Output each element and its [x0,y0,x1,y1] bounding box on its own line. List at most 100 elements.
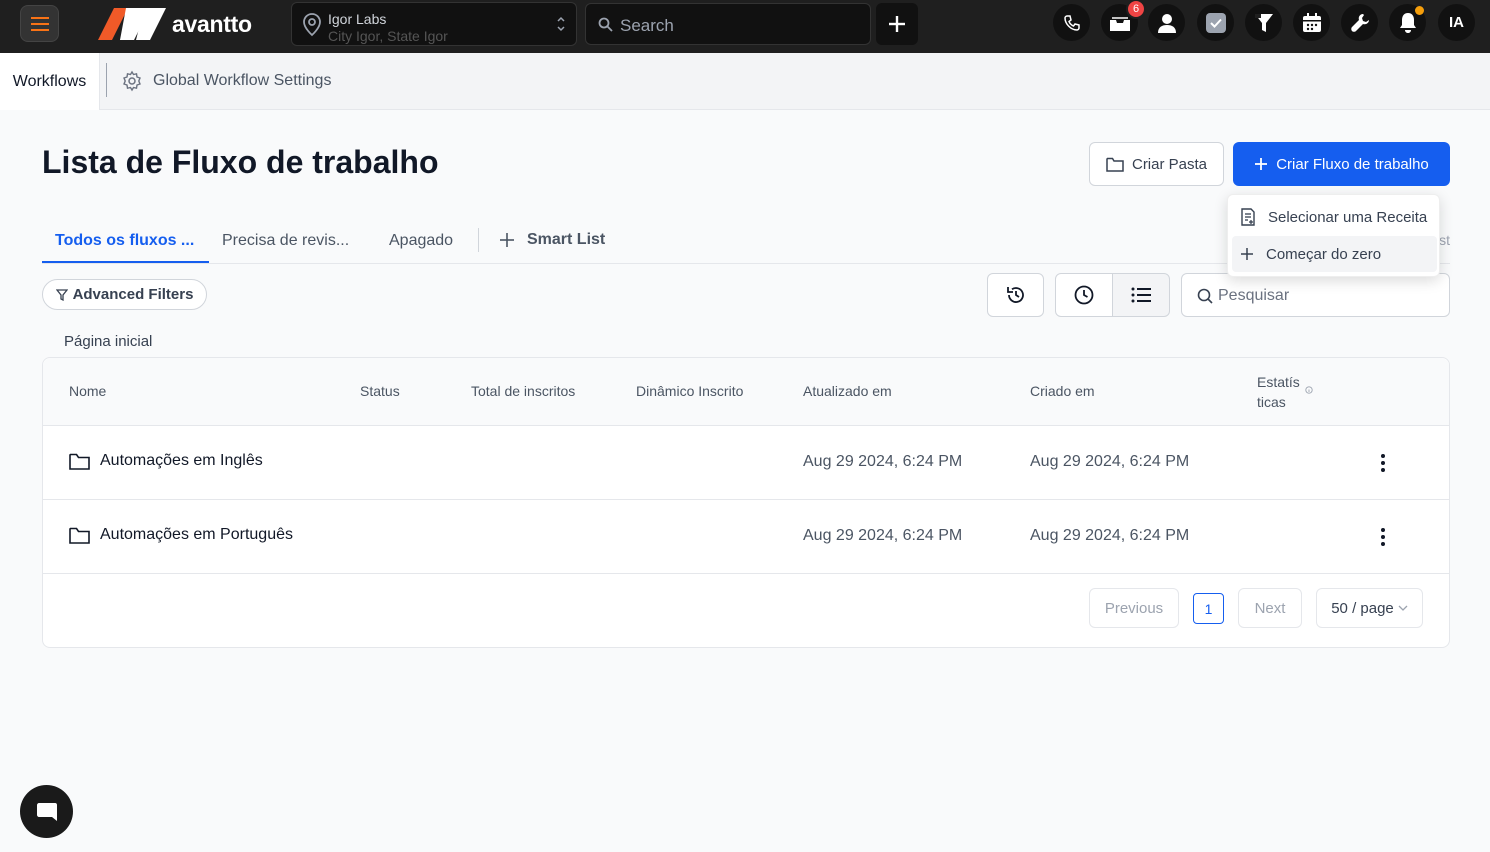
tab-needs-review[interactable]: Precisa de revis... [222,232,349,250]
menu-item-label: Selecionar uma Receita [1268,208,1428,226]
top-bar: avantto Igor Labs City Igor, State Igor … [0,0,1490,53]
tab-all-workflows[interactable]: Todos os fluxos ... [55,232,194,250]
contacts-button[interactable] [1148,4,1185,41]
column-header-dynamic-enrolled[interactable]: Dinâmico Inscrito [636,383,743,399]
plus-icon [500,233,514,247]
advanced-filters-label: Advanced Filters [72,286,194,303]
chat-icon [36,802,57,821]
chat-widget-button[interactable] [20,785,73,838]
breadcrumb[interactable]: Página inicial [64,333,152,350]
add-smart-list-button[interactable]: Smart List [499,231,605,249]
tasks-button[interactable] [1197,4,1234,41]
filter-icon [55,288,68,301]
map-pin-icon [303,13,321,37]
previous-page-button[interactable]: Previous [1089,588,1179,628]
funnel-button[interactable] [1245,4,1282,41]
smart-list-label: Smart List [527,231,606,248]
column-header-status[interactable]: Status [360,383,400,399]
more-vertical-icon [1381,528,1385,546]
menu-item-select-recipe[interactable]: Selecionar uma Receita [1232,199,1437,235]
info-icon[interactable] [1305,386,1313,394]
page-title: Lista de Fluxo de trabalho [42,144,439,180]
advanced-filters-button[interactable]: Advanced Filters [42,279,207,310]
page-number-button[interactable]: 1 [1193,593,1224,624]
menu-item-start-from-scratch[interactable]: Começar do zero [1232,236,1437,272]
list-view-button[interactable] [1112,273,1170,317]
search-icon [1197,288,1213,304]
settings-button[interactable] [1341,4,1378,41]
create-workflow-menu: Selecionar uma Receita Começar do zero [1227,194,1440,277]
workflow-table: Nome Status Total de inscritos Dinâmico … [42,357,1450,648]
clock-view-button[interactable] [1055,273,1113,317]
folder-icon [69,453,90,470]
location-switcher[interactable]: Igor Labs City Igor, State Igor [291,2,577,46]
user-icon [1157,13,1176,33]
history-icon [1006,287,1024,303]
sub-navigation: Workflows Global Workflow Settings [0,53,1490,110]
global-search[interactable]: Search [585,3,871,45]
column-header-stats[interactable]: Estatís ticas [1257,372,1305,412]
chevron-updown-icon [557,16,565,32]
plus-icon [1241,248,1253,260]
folder-icon [69,527,90,544]
table-row[interactable]: Automações em Inglês Aug 29 2024, 6:24 P… [43,426,1449,500]
workflow-search-input[interactable] [1218,284,1438,308]
menu-item-label: Começar do zero [1266,245,1382,263]
brand-name: avantto [172,10,252,37]
wrench-icon [1350,13,1369,32]
page-size-select[interactable]: 50 / page [1316,588,1423,628]
calendar-icon [1302,12,1321,32]
clock-icon [1074,285,1094,305]
workflow-search[interactable] [1181,273,1450,317]
folder-name-cell[interactable]: Automações em Inglês [69,452,263,470]
phone-icon [1063,14,1080,31]
subnav-divider [106,63,107,97]
table-row[interactable]: Automações em Português Aug 29 2024, 6:2… [43,500,1449,574]
column-header-total-enrolled[interactable]: Total de inscritos [471,383,575,399]
updated-date: Aug 29 2024, 6:24 PM [803,453,963,470]
tab-global-workflow-settings[interactable]: Global Workflow Settings [121,70,331,92]
history-button[interactable] [987,273,1044,317]
logo-mark-icon [98,8,166,40]
tab-global-label: Global Workflow Settings [153,72,332,89]
location-name: Igor Labs [328,11,387,27]
plus-icon [889,16,905,32]
table-header: Nome Status Total de inscritos Dinâmico … [43,358,1449,426]
row-actions-button[interactable] [1373,453,1393,473]
created-date: Aug 29 2024, 6:24 PM [1030,453,1190,470]
phone-button[interactable] [1053,4,1090,41]
partially-hidden-tab: st [1439,232,1450,248]
column-header-updated[interactable]: Atualizado em [803,383,892,399]
notifications-button[interactable] [1389,4,1426,41]
page-size-value: 50 / page [1331,599,1394,617]
create-folder-button[interactable]: Criar Pasta [1089,142,1224,186]
list-icon [1131,287,1151,303]
tab-deleted[interactable]: Apagado [389,232,453,250]
next-page-button[interactable]: Next [1238,588,1302,628]
gear-icon [123,70,141,92]
search-icon [598,17,613,32]
location-address: City Igor, State Igor [328,28,448,44]
inbox-button[interactable]: 6 [1101,0,1146,41]
create-workflow-button[interactable]: Criar Fluxo de trabalho [1233,142,1450,186]
hamburger-menu-button[interactable] [20,5,59,42]
create-workflow-label: Criar Fluxo de trabalho [1276,155,1429,173]
quick-add-button[interactable] [876,3,918,45]
inbox-icon [1109,16,1130,31]
tab-workflows[interactable]: Workflows [0,53,100,110]
column-header-created[interactable]: Criado em [1030,383,1095,399]
column-header-name[interactable]: Nome [69,383,106,399]
brand-logo[interactable]: avantto [96,6,252,42]
row-actions-button[interactable] [1373,527,1393,547]
active-tab-underline [42,261,209,263]
hamburger-icon [30,16,49,31]
funnel-icon [1254,13,1273,32]
tabs-divider [478,228,479,252]
folder-name-cell[interactable]: Automações em Português [69,526,293,544]
calendar-button[interactable] [1293,4,1330,41]
create-folder-label: Criar Pasta [1131,155,1208,173]
inbox-count-badge: 6 [1126,0,1146,19]
folder-name: Automações em Inglês [100,452,263,469]
bell-icon [1399,12,1416,33]
user-avatar[interactable]: IA [1438,4,1475,41]
